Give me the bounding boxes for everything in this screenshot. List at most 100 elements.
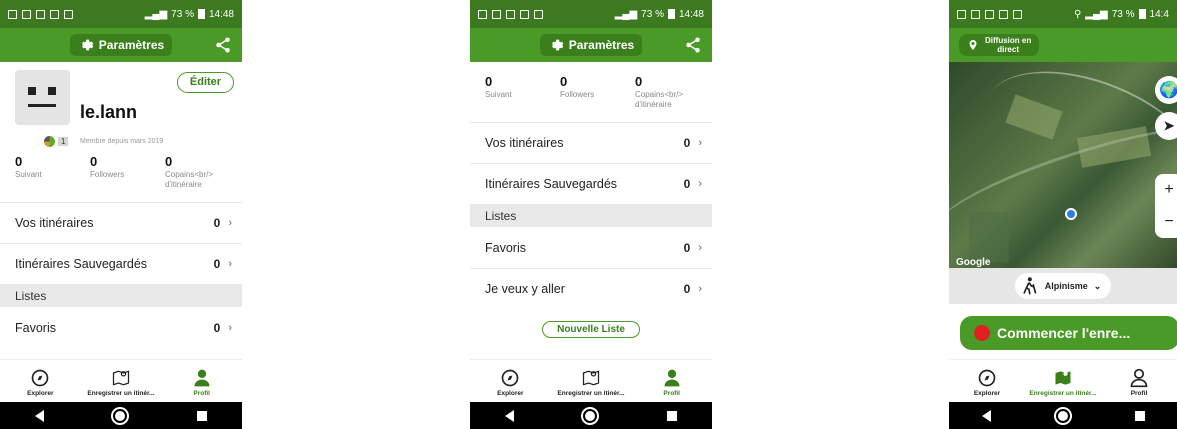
stat-following[interactable]: 0 Suivant (15, 154, 90, 190)
list-item-your-routes[interactable]: Vos itinéraires 0 › (470, 122, 712, 163)
list-item-saved-routes[interactable]: Itinéraires Sauvegardés 0 › (470, 163, 712, 204)
settings-button[interactable]: Paramètres (539, 34, 643, 56)
list-item-label: Vos itinéraires (485, 136, 564, 150)
tab-profile[interactable]: Profil (631, 360, 712, 402)
compass-icon (31, 369, 49, 387)
battery-level: 73 % (641, 8, 664, 20)
home-icon[interactable] (113, 408, 128, 423)
share-icon[interactable] (684, 36, 702, 54)
list-item-label: Favoris (15, 320, 56, 335)
zoom-out-button[interactable]: − (1164, 213, 1173, 231)
satellite-map[interactable]: Google 🌍 ➤ + − (949, 62, 1177, 278)
globe-icon[interactable]: 🌍 (1155, 76, 1177, 104)
notification-icon (520, 9, 529, 19)
live-broadcast-button[interactable]: Diffusion en direct (959, 34, 1040, 56)
tab-label: Profil (193, 390, 210, 397)
recent-apps-icon[interactable] (197, 410, 208, 421)
stat-trail-buddies[interactable]: 0 Copains<br/> d'itinéraire (635, 74, 710, 110)
stat-label: Copains<br/> d'itinéraire (635, 90, 684, 109)
back-icon[interactable] (504, 409, 514, 422)
chevron-right-icon: › (698, 283, 702, 295)
tab-record[interactable]: Enregistrer un itinér... (1025, 360, 1101, 402)
list-item-count: 0 (213, 320, 221, 335)
avatar-eye (48, 87, 56, 95)
tab-record[interactable]: Enregistrer un itinér... (551, 360, 632, 402)
settings-button[interactable]: Paramètres (69, 34, 173, 56)
gear-icon (81, 39, 94, 51)
recent-apps-icon[interactable] (667, 410, 678, 421)
stat-followers[interactable]: 0 Followers (560, 74, 635, 110)
compass-icon (501, 369, 519, 387)
notification-icon (957, 9, 966, 19)
chevron-down-icon: ⌄ (1093, 280, 1102, 291)
person-icon (1130, 368, 1148, 388)
tab-label: Enregistrer un itinér... (87, 390, 155, 397)
person-icon (194, 369, 210, 387)
back-icon[interactable] (34, 409, 44, 422)
list-item-label: Itinéraires Sauvegardés (15, 257, 148, 271)
bottom-tab-bar: Explorer Enregistrer un itinér... Profil (470, 359, 712, 402)
stat-label: Suivant (15, 170, 42, 179)
list-item-your-routes[interactable]: Vos itinéraires 0 › (0, 202, 242, 243)
stat-label: Followers (560, 90, 595, 99)
location-icon: ⚲ (1073, 8, 1082, 20)
list-item-favorites[interactable]: Favoris 0 › (0, 307, 242, 348)
list-item-count: 0 (683, 136, 691, 150)
clock: 14:4 (1149, 8, 1169, 20)
notification-icon (971, 9, 980, 19)
avatar-mouth (28, 104, 56, 107)
profile-list: Vos itinéraires 0 › Itinéraires Sauvegar… (0, 202, 242, 348)
tab-explore[interactable]: Explorer (0, 360, 81, 402)
share-icon[interactable] (214, 36, 232, 54)
gear-icon (551, 39, 564, 51)
new-list-button[interactable]: Nouvelle Liste (542, 321, 640, 338)
home-icon[interactable] (583, 408, 598, 423)
stat-label: Copains<br/> d'itinéraire (165, 170, 214, 189)
tab-profile[interactable]: Profil (1101, 360, 1177, 402)
bottom-tab-bar: Explorer Enregistrer un itinér... Profil (949, 359, 1177, 402)
list-item-favorites[interactable]: Favoris 0 › (470, 227, 712, 268)
tab-explore[interactable]: Explorer (949, 360, 1025, 402)
compass-icon[interactable]: ➤ (1155, 112, 1177, 140)
notification-icon (22, 9, 31, 19)
profile-screen-scrolled: ▂▄▆ 73 % 14:48 Paramètres 0 Suivant 0 Fo… (470, 0, 712, 429)
level-icon (44, 136, 55, 147)
list-item-count: 0 (683, 282, 691, 296)
notification-icon (8, 9, 17, 19)
notification-icon (534, 9, 543, 19)
list-item-want-to-go[interactable]: Je veux y aller 0 › (470, 268, 712, 309)
activity-label: Alpinisme (1044, 281, 1088, 291)
map-pin-icon (1055, 371, 1071, 385)
start-recording-button[interactable]: Commencer l'enre... (960, 316, 1177, 350)
system-nav-bar (949, 402, 1177, 429)
battery-icon (1138, 9, 1146, 19)
username: le.lann (80, 102, 138, 122)
clock: 14:48 (208, 8, 234, 20)
map-pin-icon (112, 370, 130, 386)
stat-following[interactable]: 0 Suivant (485, 74, 560, 110)
tab-record[interactable]: Enregistrer un itinér... (81, 360, 162, 402)
stat-followers[interactable]: 0 Followers (90, 154, 165, 190)
notification-icons (957, 9, 1022, 19)
app-bar: Paramètres (470, 28, 712, 62)
stat-trail-buddies[interactable]: 0 Copains<br/> d'itinéraire (165, 154, 240, 190)
status-bar: ▂▄▆ 73 % 14:48 (470, 0, 712, 28)
tab-label: Profil (663, 390, 680, 397)
home-icon[interactable] (1055, 408, 1070, 423)
settings-label: Paramètres (98, 38, 165, 52)
zoom-in-button[interactable]: + (1164, 181, 1173, 199)
tab-profile[interactable]: Profil (161, 360, 242, 402)
battery-level: 73 % (171, 8, 194, 20)
chevron-right-icon: › (228, 258, 232, 270)
edit-profile-button[interactable]: Éditer (177, 72, 234, 93)
avatar[interactable] (15, 70, 70, 125)
list-item-saved-routes[interactable]: Itinéraires Sauvegardés 0 › (0, 243, 242, 284)
back-icon[interactable] (981, 409, 991, 422)
stat-value: 0 (635, 74, 643, 89)
hiker-icon (1018, 276, 1039, 296)
record-label: Commencer l'enre... (997, 325, 1131, 341)
recent-apps-icon[interactable] (1134, 410, 1145, 421)
tab-explore[interactable]: Explorer (470, 360, 551, 402)
bottom-tab-bar: Explorer Enregistrer un itinér... Profil (0, 359, 242, 402)
activity-selector[interactable]: Alpinisme ⌄ (1014, 273, 1112, 299)
